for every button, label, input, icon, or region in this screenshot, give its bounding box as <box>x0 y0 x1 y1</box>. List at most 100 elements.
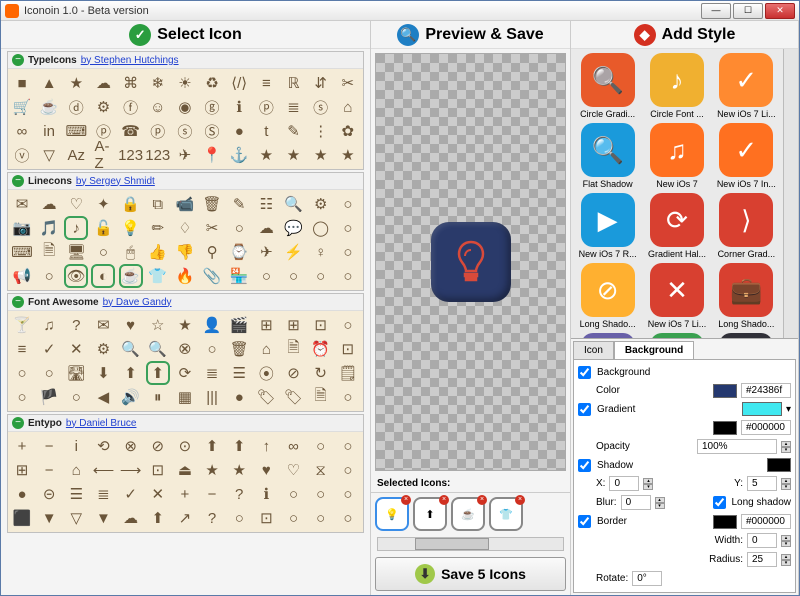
icon-cell[interactable]: ○ <box>339 195 357 213</box>
gradient-value2[interactable]: #000000 <box>741 420 791 435</box>
icon-cell[interactable]: ✕ <box>67 340 85 358</box>
icon-cell[interactable]: ✈ <box>257 243 275 261</box>
icon-cell[interactable]: ≣ <box>285 98 303 116</box>
color-swatch[interactable] <box>713 384 737 398</box>
icon-cell[interactable]: ⌨ <box>67 122 85 140</box>
icon-cell[interactable]: 🔍 <box>149 340 167 358</box>
icon-cell[interactable]: ★ <box>67 74 85 92</box>
icon-cell[interactable]: ★ <box>230 461 248 479</box>
icon-cell[interactable]: ○ <box>339 243 357 261</box>
pack-author[interactable]: by Daniel Bruce <box>66 418 137 429</box>
style-item[interactable]: ✓New iOs 7 In... <box>714 123 779 189</box>
icon-cell[interactable]: 👎 <box>176 243 194 261</box>
icon-cell[interactable]: 123 <box>149 146 167 164</box>
icon-cell[interactable]: 📢 <box>13 267 31 285</box>
icon-cell[interactable]: i <box>67 437 85 455</box>
icon-cell[interactable]: ☕ <box>40 98 58 116</box>
collapse-icon[interactable]: − <box>12 54 24 66</box>
icon-cell[interactable]: ☰ <box>230 364 248 382</box>
tab-icon[interactable]: Icon <box>573 341 614 359</box>
style-item[interactable]: 🔍Flat Shadow <box>575 123 640 189</box>
minimize-button[interactable]: — <box>701 3 731 19</box>
icon-cell[interactable]: ☁ <box>94 74 112 92</box>
pack-header[interactable]: −Font Awesomeby Dave Gandy <box>8 294 363 311</box>
icon-cell[interactable]: 🛣 <box>67 364 85 382</box>
icon-cell[interactable]: 🗑 <box>203 195 221 213</box>
icon-cell[interactable]: ℹ <box>257 485 275 503</box>
icon-cell[interactable]: ★ <box>285 146 303 164</box>
icon-cell[interactable]: ★ <box>339 146 357 164</box>
icon-cell[interactable]: 📷 <box>13 219 31 237</box>
icon-cell[interactable]: 💬 <box>285 219 303 237</box>
icon-cell[interactable]: ⊡ <box>339 340 357 358</box>
color-value[interactable]: #24386f <box>741 383 791 398</box>
styles-scrollbar[interactable] <box>783 49 798 338</box>
selected-item[interactable]: 👕× <box>489 497 523 531</box>
shadow-y[interactable]: 5 <box>747 476 777 491</box>
icon-cell[interactable]: 123 <box>122 146 140 164</box>
icon-cell[interactable]: ⊞ <box>13 461 31 479</box>
icon-cell[interactable]: ○ <box>13 364 31 382</box>
icon-cell[interactable]: ⓖ <box>203 98 221 116</box>
icon-cell[interactable]: ✓ <box>40 340 58 358</box>
maximize-button[interactable]: ☐ <box>733 3 763 19</box>
pack-header[interactable]: −TypeIconsby Stephen Hutchings <box>8 52 363 69</box>
icon-cell[interactable]: ⊞ <box>285 316 303 334</box>
icon-cell[interactable]: ○ <box>339 219 357 237</box>
icon-cell[interactable]: ≡ <box>13 340 31 358</box>
icon-cell[interactable]: ☁ <box>40 195 58 213</box>
background-checkbox[interactable] <box>578 366 591 379</box>
icon-cell[interactable]: ○ <box>312 437 330 455</box>
icon-cell[interactable]: ☷ <box>257 195 275 213</box>
icon-cell[interactable]: ℹ <box>230 98 248 116</box>
icon-cell[interactable]: ⬇ <box>94 364 112 382</box>
icon-cell[interactable]: ♫ <box>40 316 58 334</box>
icon-cell[interactable]: ♢ <box>176 219 194 237</box>
icon-cell[interactable]: ○ <box>339 437 357 455</box>
icon-cell[interactable]: 👍 <box>149 243 167 261</box>
icon-cell[interactable]: 🔍 <box>122 340 140 358</box>
rotate-value[interactable]: 0° <box>632 571 662 586</box>
icon-cell[interactable]: ● <box>230 388 248 406</box>
border-value[interactable]: #000000 <box>741 514 791 529</box>
icon-cell[interactable]: ○ <box>203 340 221 358</box>
icon-cell[interactable]: ? <box>203 509 221 527</box>
icon-cell[interactable]: ▽ <box>40 146 58 164</box>
icon-cell[interactable]: 🏷 <box>285 388 303 406</box>
icon-cell[interactable]: ● <box>230 122 248 140</box>
icon-cell[interactable]: 🔥 <box>176 267 194 285</box>
icon-cell[interactable]: ○ <box>67 388 85 406</box>
border-width[interactable]: 0 <box>747 533 777 548</box>
icon-cell[interactable]: ○ <box>285 267 303 285</box>
border-radius[interactable]: 25 <box>747 552 777 567</box>
style-item[interactable]: ⟩Corner Grad... <box>714 193 779 259</box>
icon-cell[interactable]: ⬆ <box>149 364 167 382</box>
selected-item[interactable]: ☕× <box>451 497 485 531</box>
icon-cell[interactable]: − <box>40 437 58 455</box>
blur-value[interactable]: 0 <box>621 495 651 510</box>
icon-cell[interactable]: ≡ <box>257 74 275 92</box>
selected-scrollbar[interactable] <box>377 537 564 551</box>
icon-cell[interactable]: 🏪 <box>230 267 248 285</box>
icon-cell[interactable]: ⌨ <box>13 243 31 261</box>
collapse-icon[interactable]: − <box>12 296 24 308</box>
icon-cell[interactable]: in <box>40 122 58 140</box>
remove-icon[interactable]: × <box>515 495 525 505</box>
icon-cell[interactable]: ∞ <box>13 122 31 140</box>
style-item[interactable]: ✓New iOs 7 Li... <box>714 53 779 119</box>
icon-cell[interactable]: ⏏ <box>176 461 194 479</box>
icon-cell[interactable]: ⬆ <box>122 364 140 382</box>
icon-cell[interactable]: 🔍 <box>285 195 303 213</box>
icon-cell[interactable]: ✎ <box>230 195 248 213</box>
icon-cell[interactable]: − <box>203 485 221 503</box>
icon-cell[interactable]: ◯ <box>312 219 330 237</box>
icon-cell[interactable]: 🗎 <box>312 388 330 406</box>
remove-icon[interactable]: × <box>401 495 411 505</box>
icon-cell[interactable]: 🗑 <box>230 340 248 358</box>
icon-cell[interactable]: ⚲ <box>203 243 221 261</box>
long-shadow-checkbox[interactable] <box>713 496 726 509</box>
icon-cell[interactable]: ⊡ <box>312 316 330 334</box>
icon-cell[interactable]: ○ <box>40 267 58 285</box>
icon-cell[interactable]: ✿ <box>339 122 357 140</box>
icon-cell[interactable]: ⟲ <box>94 437 112 455</box>
